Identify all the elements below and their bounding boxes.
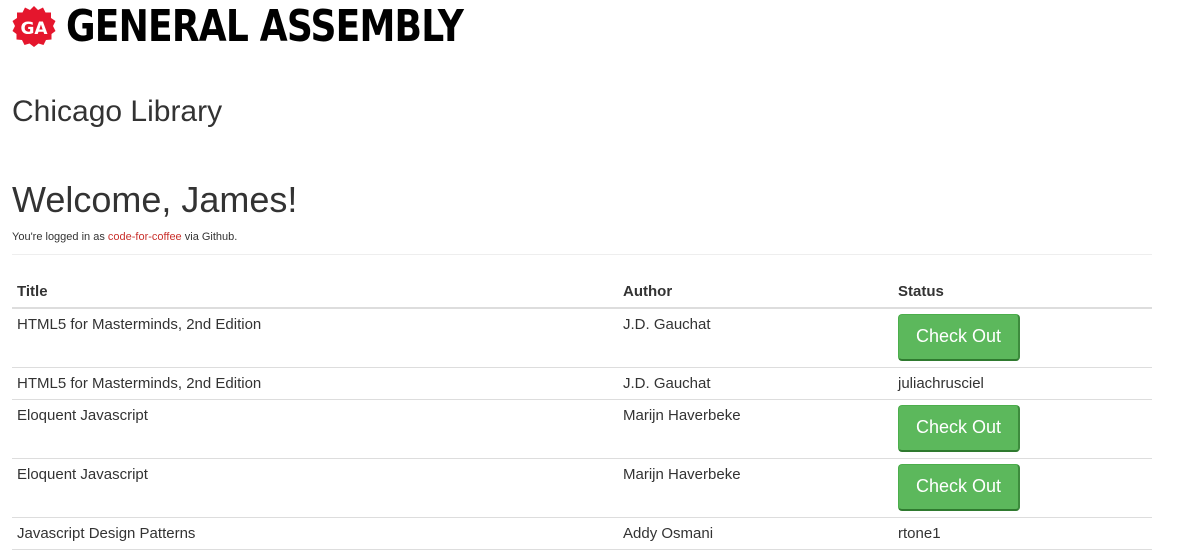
welcome-heading: Welcome, James! (12, 179, 298, 220)
book-status-cell: juliachrusciel (893, 367, 1152, 400)
column-header-author: Author (618, 276, 893, 309)
github-username-link[interactable]: code-for-coffee (108, 231, 182, 243)
check-out-button[interactable]: Check Out (898, 464, 1020, 511)
book-title-cell: Javascript Design Patterns (12, 517, 618, 550)
books-table: Title Author Status HTML5 for Mastermind… (12, 276, 1152, 550)
column-header-status: Status (893, 276, 1152, 309)
borrower-username: juliachrusciel (898, 375, 984, 392)
book-author-cell: J.D. Gauchat (618, 367, 893, 400)
book-title-cell: Eloquent Javascript (12, 399, 618, 459)
book-author-cell: J.D. Gauchat (623, 316, 711, 333)
book-author-cell: Addy Osmani (618, 517, 893, 550)
ga-badge-icon: GA (12, 6, 56, 47)
check-out-button[interactable]: Check Out (898, 314, 1020, 361)
book-title-cell: HTML5 for Masterminds, 2nd Edition (17, 316, 262, 333)
login-note: You're logged in as code-for-coffee via … (12, 230, 237, 244)
book-status-cell: Check Out (893, 308, 1152, 368)
column-header-title: Title (12, 276, 618, 309)
header-divider (12, 254, 1152, 255)
table-row: HTML5 for Masterminds, 2nd Edition J.D. … (12, 308, 1152, 368)
ga-badge-text: GA (20, 19, 48, 39)
login-note-prefix: You're logged in as (12, 231, 108, 243)
library-title: Chicago Library (12, 95, 223, 128)
table-row: HTML5 for Masterminds, 2nd Edition J.D. … (12, 367, 1152, 400)
table-header-row: Title Author Status (12, 276, 1152, 309)
book-title-cell: Eloquent Javascript (12, 458, 618, 518)
book-title-cell: HTML5 for Masterminds, 2nd Edition (12, 367, 618, 400)
book-status-cell: Check Out (893, 458, 1152, 518)
brand-logo[interactable]: GA GENERAL ASSEMBLY (12, 3, 550, 51)
table-row: Eloquent Javascript Marijn Haverbeke Che… (12, 458, 1152, 518)
book-status-cell: Check Out (893, 399, 1152, 459)
login-note-suffix: via Github. (181, 231, 238, 243)
borrower-username: rtone1 (898, 525, 941, 542)
book-author-cell: Marijn Haverbeke (618, 458, 893, 518)
book-author-cell: Marijn Haverbeke (618, 399, 893, 459)
brand-name: GENERAL ASSEMBLY (66, 1, 464, 52)
book-status-cell: rtone1 (893, 517, 1152, 550)
table-row: Javascript Design Patterns Addy Osmani r… (12, 517, 1152, 550)
table-row: Eloquent Javascript Marijn Haverbeke Che… (12, 399, 1152, 459)
check-out-button[interactable]: Check Out (898, 405, 1020, 452)
